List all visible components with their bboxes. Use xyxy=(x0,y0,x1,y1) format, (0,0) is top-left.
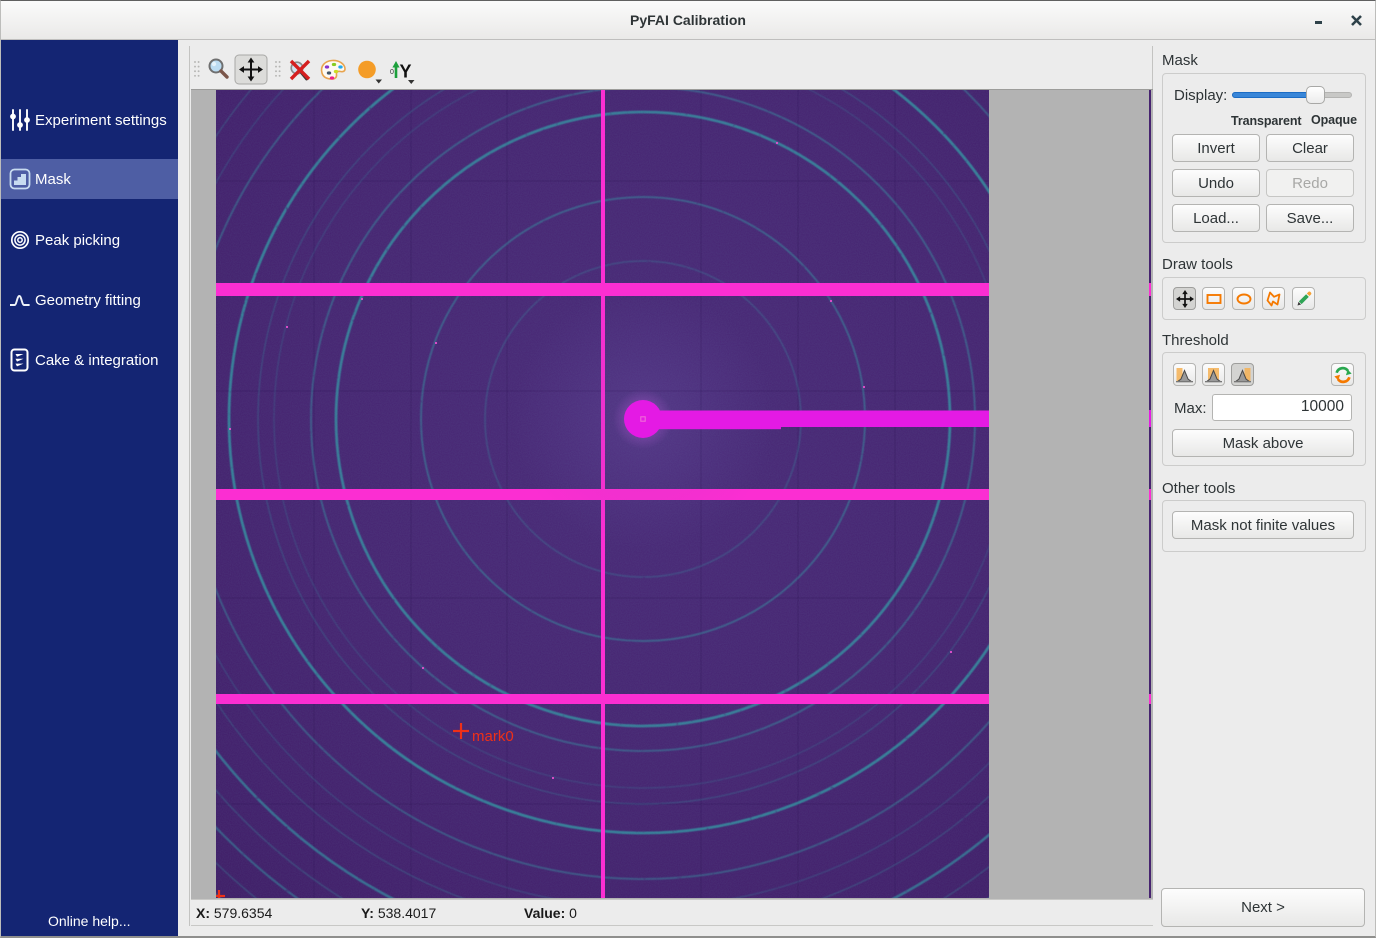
svg-text:mark0: mark0 xyxy=(472,728,514,745)
svg-text:Y: Y xyxy=(400,62,412,82)
svg-text:0: 0 xyxy=(390,69,394,76)
